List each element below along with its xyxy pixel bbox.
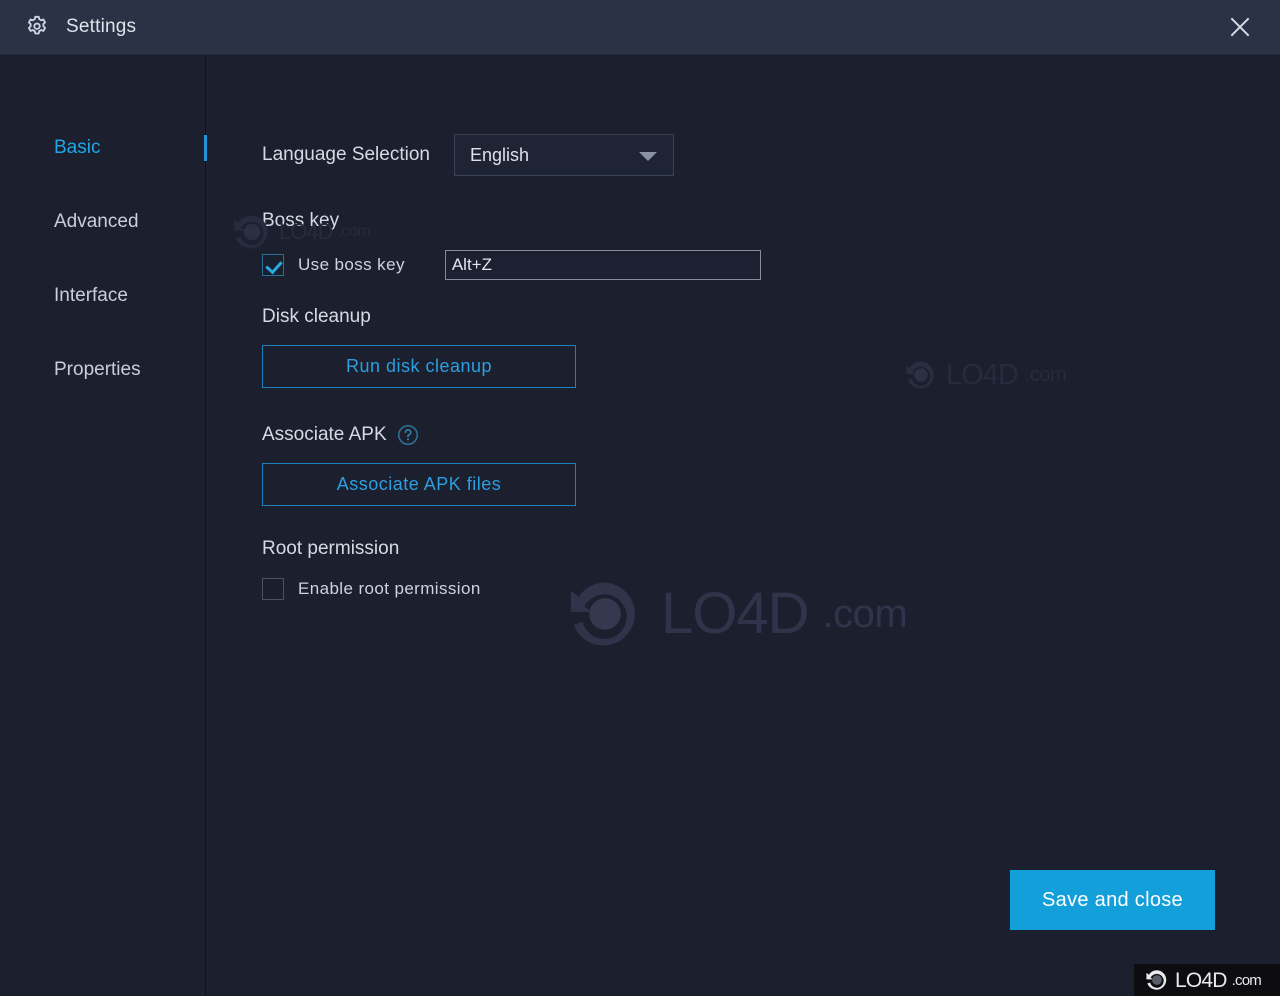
associate-apk-title: Associate APK [262,424,387,445]
language-selection-row: Language Selection English [262,134,674,176]
enable-root-permission-checkbox[interactable] [262,578,284,600]
chevron-down-icon [638,152,657,161]
language-select[interactable]: English [453,134,674,176]
run-disk-cleanup-button[interactable]: Run disk cleanup [262,345,576,388]
sidebar-item-label: Interface [54,285,128,306]
settings-sidebar: Basic Advanced Interface Properties [0,55,207,996]
sidebar-item-basic[interactable]: Basic [0,124,207,172]
help-icon[interactable] [397,424,419,446]
root-permission-title: Root permission [262,538,400,559]
gear-icon [24,14,50,40]
associate-apk-files-button[interactable]: Associate APK files [262,463,576,507]
sidebar-item-label: Properties [54,359,141,380]
associate-apk-title-row: Associate APK [262,424,576,446]
sidebar-item-interface[interactable]: Interface [0,272,206,320]
watermark-badge: LO4D .com [1134,964,1280,996]
enable-root-permission-label: Enable root permission [298,579,481,598]
enable-root-permission-row: Enable root permission [262,578,481,600]
disk-cleanup-title: Disk cleanup [262,306,371,327]
page-title: Settings [66,16,137,37]
window-titlebar: Settings [0,0,1280,55]
use-boss-key-row: Use boss key [262,250,761,280]
use-boss-key-label: Use boss key [298,255,405,274]
boss-key-title: Boss key [262,210,340,231]
sidebar-item-properties[interactable]: Properties [0,346,206,394]
root-permission-section: Root permission Enable root permission [262,538,481,600]
settings-content-panel: Language Selection English Boss key Use … [206,55,1280,996]
close-icon [1230,17,1250,37]
boss-key-section: Boss key Use boss key [262,210,761,280]
sidebar-item-label: Basic [54,137,101,158]
disk-cleanup-section: Disk cleanup Run disk cleanup [262,306,576,388]
use-boss-key-checkbox[interactable] [262,254,284,276]
sidebar-item-advanced[interactable]: Advanced [0,198,206,246]
lo4d-logo-icon [1146,970,1167,990]
associate-apk-section: Associate APK Associate APK files [262,424,576,507]
language-select-value: English [469,144,530,165]
watermark-suffix: .com [1231,971,1262,989]
watermark-name: LO4D [1175,968,1227,992]
language-selection-label: Language Selection [262,144,430,165]
save-and-close-button[interactable]: Save and close [1010,870,1215,930]
sidebar-item-label: Advanced [54,211,139,232]
titlebar-left-group: Settings [0,14,136,40]
close-button[interactable] [1218,5,1262,49]
boss-key-shortcut-input[interactable] [444,250,761,280]
